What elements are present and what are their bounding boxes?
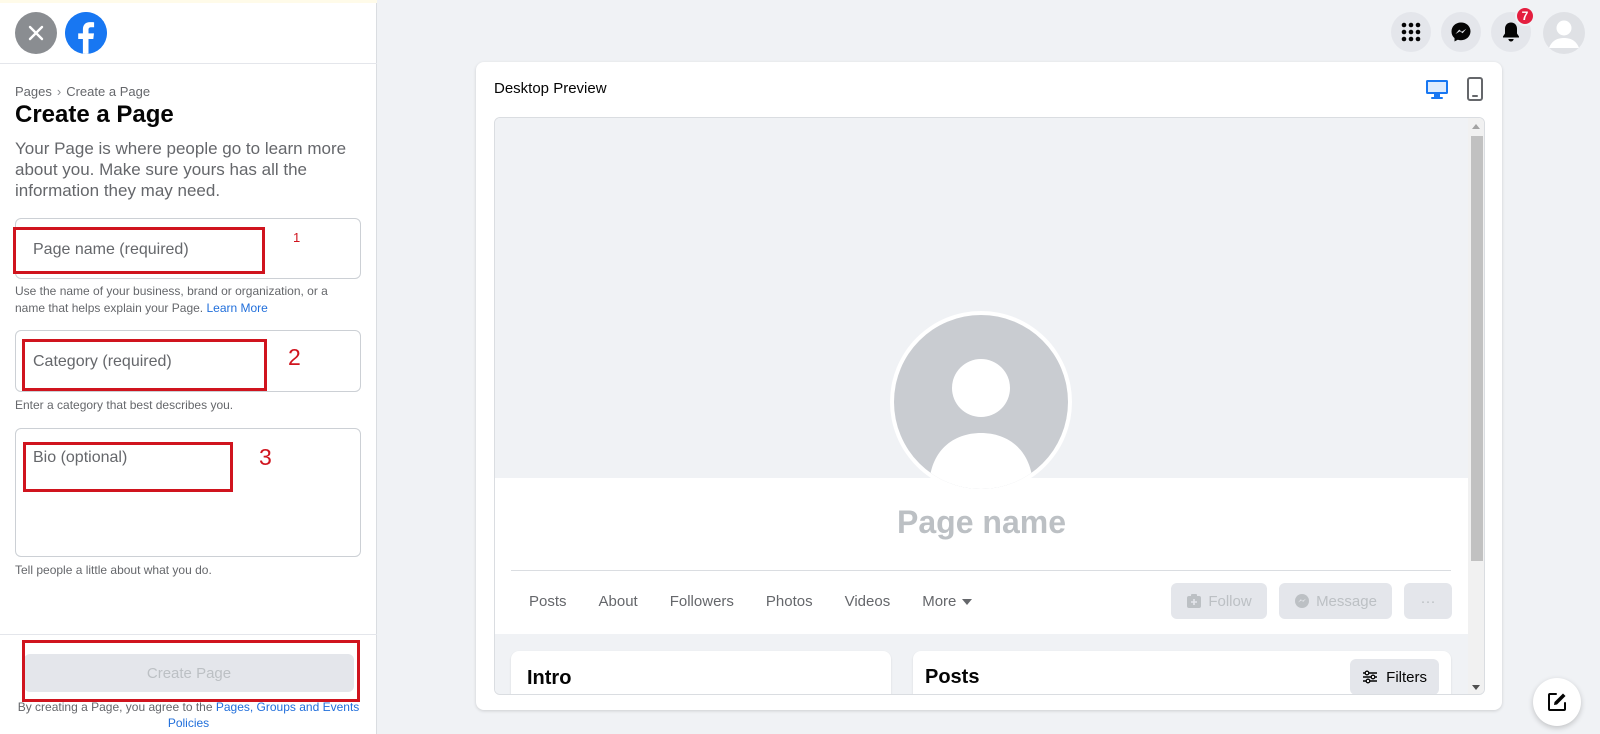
facebook-logo-icon[interactable] <box>65 12 107 54</box>
compose-icon <box>1548 693 1566 711</box>
messenger-button[interactable] <box>1441 12 1481 52</box>
follow-button[interactable]: Follow <box>1171 583 1267 619</box>
terms-text: By creating a Page, you agree to the Pag… <box>10 699 367 731</box>
preview-page-name: Page name <box>897 504 1066 540</box>
mobile-icon <box>1467 77 1483 101</box>
tab-followers[interactable]: Followers <box>654 581 750 622</box>
intro-title: Intro <box>527 667 572 689</box>
user-avatar-icon <box>1543 12 1585 54</box>
notification-badge: 7 <box>1515 6 1535 26</box>
tab-videos[interactable]: Videos <box>829 581 907 622</box>
scroll-down-arrow[interactable] <box>1472 685 1480 690</box>
intro-card: Intro <box>511 651 891 694</box>
menu-button[interactable] <box>1391 12 1431 52</box>
learn-more-link[interactable]: Learn More <box>206 301 267 315</box>
message-label: Message <box>1316 592 1377 610</box>
header-divider <box>0 63 377 64</box>
menu-grid-icon <box>1401 22 1421 42</box>
page-name-field[interactable]: Page name (required) <box>15 218 361 279</box>
preview-scrollbar[interactable] <box>1468 118 1484 694</box>
page-name-help-text: Use the name of your business, brand or … <box>15 284 328 315</box>
bio-help: Tell people a little about what you do. <box>15 563 212 577</box>
filters-label: Filters <box>1386 668 1427 686</box>
bio-placeholder: Bio (optional) <box>33 449 128 466</box>
scroll-up-arrow[interactable] <box>1472 124 1480 129</box>
tab-more-label: More <box>922 593 957 610</box>
preview-label: Desktop Preview <box>494 80 607 97</box>
breadcrumb: Pages › Create a Page <box>15 84 150 99</box>
tab-posts[interactable]: Posts <box>513 581 583 622</box>
filters-icon <box>1363 670 1378 684</box>
page-tabs: Posts About Followers Photos Videos More <box>513 581 988 622</box>
follow-label: Follow <box>1208 592 1252 610</box>
category-help: Enter a category that best describes you… <box>15 398 234 412</box>
tab-photos[interactable]: Photos <box>750 581 829 622</box>
more-actions-button[interactable]: ··· <box>1404 583 1452 619</box>
desktop-icon <box>1426 80 1448 99</box>
category-field[interactable]: Category (required) <box>15 330 361 392</box>
tabs-divider <box>511 570 1451 571</box>
terms-prefix: By creating a Page, you agree to the <box>17 700 213 714</box>
mobile-view-toggle[interactable] <box>1464 76 1486 102</box>
follow-icon <box>1187 594 1202 608</box>
create-page-panel: Pages › Create a Page Create a Page Your… <box>0 0 377 734</box>
footer-divider <box>0 634 377 635</box>
notifications-button[interactable]: 7 <box>1491 6 1535 52</box>
category-placeholder: Category (required) <box>33 353 172 370</box>
annotation-number-2: 2 <box>288 344 301 370</box>
breadcrumb-separator: › <box>56 84 62 99</box>
close-icon <box>28 25 44 41</box>
preview-card: Desktop Preview Page name Posts About Fo… <box>476 62 1502 710</box>
annotation-number-1: 1 <box>293 230 301 245</box>
page-title: Create a Page <box>15 101 174 128</box>
create-page-button[interactable]: Create Page <box>24 654 354 692</box>
bell-icon <box>1503 22 1519 42</box>
page-name-placeholder: Page name (required) <box>33 241 189 258</box>
account-avatar[interactable] <box>1543 12 1585 54</box>
close-button[interactable] <box>15 12 57 54</box>
page-name-help: Use the name of your business, brand or … <box>15 283 360 317</box>
profile-placeholder-icon <box>929 359 1033 489</box>
posts-title: Posts <box>925 666 980 688</box>
breadcrumb-pages[interactable]: Pages <box>15 84 52 99</box>
scrollbar-thumb[interactable] <box>1471 136 1483 561</box>
page-preview-frame: Page name Posts About Followers Photos V… <box>494 117 1485 695</box>
message-button[interactable]: Message <box>1279 583 1392 619</box>
filters-button[interactable]: Filters <box>1350 659 1439 694</box>
tab-about[interactable]: About <box>583 581 654 622</box>
desktop-view-toggle[interactable] <box>1424 76 1450 102</box>
top-strip <box>0 0 377 3</box>
messenger-icon <box>1451 22 1471 42</box>
messenger-small-icon <box>1295 594 1310 608</box>
posts-card: Posts Filters <box>913 651 1451 694</box>
intro-text: Your Page is where people go to learn mo… <box>15 139 347 200</box>
breadcrumb-create-page: Create a Page <box>66 84 151 99</box>
caret-down-icon <box>962 598 973 605</box>
compose-button[interactable] <box>1533 678 1581 726</box>
profile-picture <box>890 311 1072 493</box>
bio-field[interactable]: Bio (optional) <box>15 428 361 557</box>
tab-more[interactable]: More <box>906 581 988 622</box>
annotation-number-3: 3 <box>259 444 272 470</box>
